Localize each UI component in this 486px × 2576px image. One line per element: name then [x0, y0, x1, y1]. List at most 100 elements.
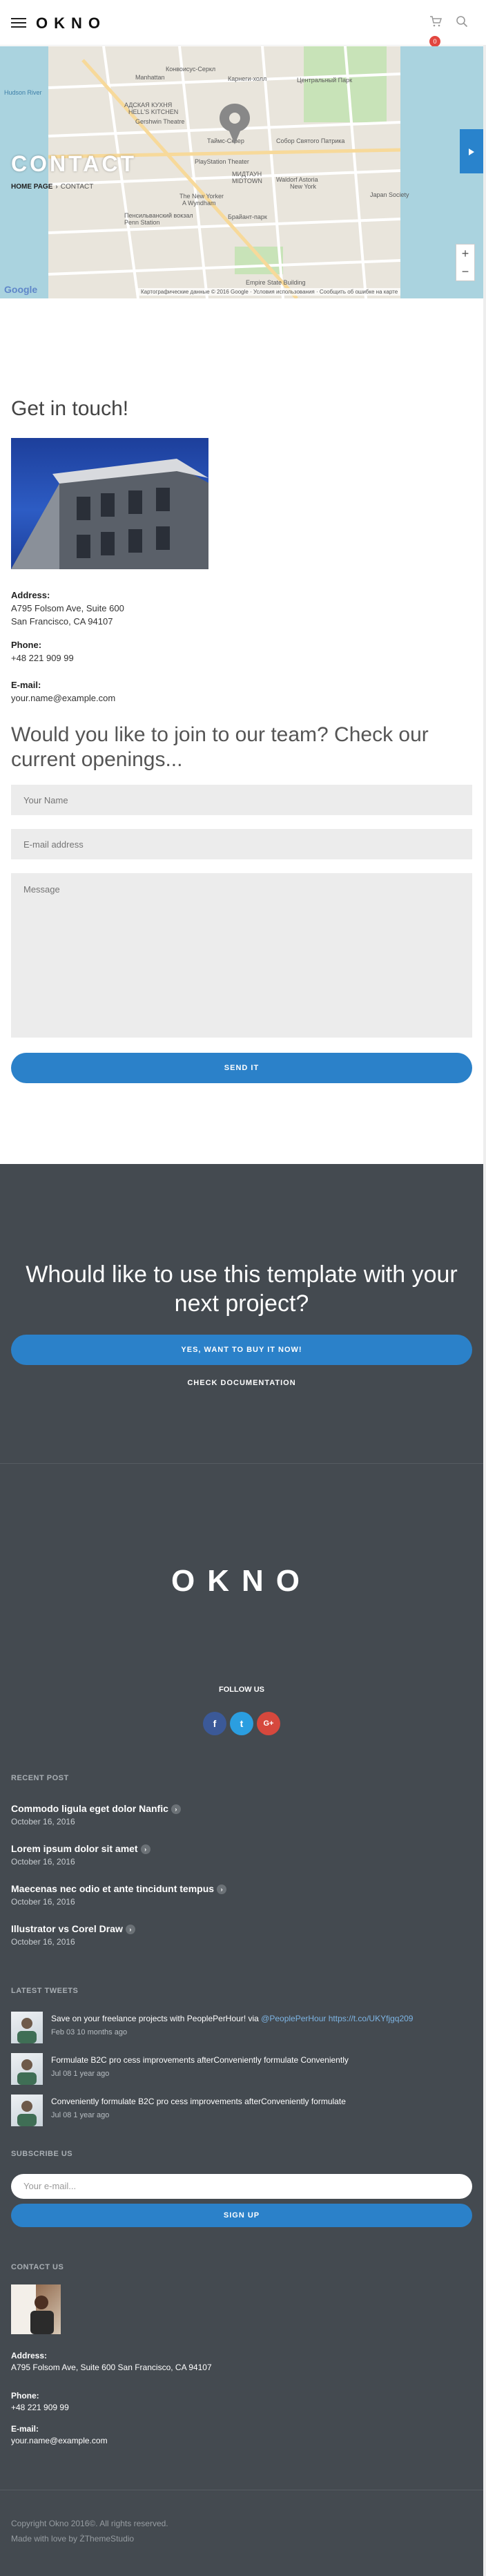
page-scrollbar[interactable] [483, 0, 486, 2576]
svg-text:The New Yorker: The New Yorker [179, 193, 224, 200]
list-item[interactable]: Maecenas nec odio et ante tincidunt temp… [11, 1883, 227, 1907]
map-zoom-control[interactable]: + − [456, 244, 475, 281]
address-line-2: San Francisco, CA 94107 [11, 616, 113, 627]
contact-us-heading: CONTACT US [11, 2263, 64, 2271]
subscribe-email-input[interactable]: Your e-mail... [11, 2174, 472, 2199]
svg-text:Empire State Building: Empire State Building [246, 279, 306, 286]
email-value[interactable]: your.name@example.com [11, 691, 115, 705]
svg-text:Hudson River: Hudson River [4, 89, 42, 96]
footer-phone-value: +48 221 909 99 [11, 2403, 69, 2412]
site-header: OKNO 0 [0, 0, 486, 47]
list-item[interactable]: Illustrator vs Corel Draw › October 16, 2… [11, 1923, 135, 1947]
arrow-right-icon[interactable]: › [140, 1844, 150, 1855]
location-map[interactable]: Manhattan Конвоисус-Серкл Карнеги-холл Ц… [0, 46, 483, 298]
promo-heading: Whould like to use this template with yo… [26, 1261, 458, 1317]
form-heading: Would you like to join to our team? Chec… [11, 723, 429, 771]
arrow-right-icon[interactable]: › [217, 1885, 227, 1895]
tweet-text: Conveniently formulate B2C pro cess impr… [51, 2097, 346, 2106]
documentation-link[interactable]: CHECK DOCUMENTATION [11, 1379, 472, 1387]
svg-text:Penn Station: Penn Station [124, 219, 160, 226]
follow-heading: FOLLOW US [219, 1686, 264, 1694]
contact-email: E-mail: your.name@example.com [11, 678, 115, 705]
message-textarea[interactable] [11, 873, 472, 1038]
footer-logo[interactable]: OKNO [11, 1564, 472, 1599]
tweet-link[interactable]: @PeoplePerHour https://t.co/UKYfjgq209 [261, 2014, 413, 2023]
breadcrumb: HOME PAGE › CONTACT [11, 183, 94, 191]
search-icon[interactable] [456, 15, 468, 28]
menu-icon[interactable] [11, 18, 26, 28]
phone-value: +48 221 909 99 [11, 653, 74, 663]
avatar [11, 2095, 43, 2126]
svg-text:Пенсильванский вокзал: Пенсильванский вокзал [124, 212, 193, 219]
site-logo[interactable]: OKNO [36, 15, 106, 32]
map-panel-toggle[interactable] [460, 129, 483, 173]
email-label: E-mail: [11, 680, 41, 690]
email-input[interactable] [11, 829, 472, 859]
post-title[interactable]: Lorem ipsum dolor sit amet [11, 1843, 138, 1854]
svg-text:Gershwin Theatre: Gershwin Theatre [135, 118, 184, 125]
post-date: October 16, 2016 [11, 1897, 75, 1907]
address-label: Address: [11, 590, 50, 600]
post-date: October 16, 2016 [11, 1857, 75, 1867]
tweet-item: Formulate B2C pro cess improvements afte… [11, 2053, 472, 2088]
office-photo [11, 438, 208, 569]
avatar [11, 2012, 43, 2043]
subscribe-heading: SUBSCRIBE US [11, 2150, 73, 2158]
send-button[interactable]: SEND IT [11, 1053, 472, 1083]
svg-text:Конвоисус-Серкл: Конвоисус-Серкл [166, 66, 215, 73]
section-divider [0, 1463, 483, 1464]
breadcrumb-home[interactable]: HOME PAGE [11, 183, 52, 191]
credits-text[interactable]: Made with love by ŻThemeStudio [11, 2534, 134, 2544]
address-line-1: A795 Folsom Ave, Suite 600 [11, 603, 124, 613]
footer-email-value[interactable]: your.name@example.com [11, 2435, 108, 2447]
recent-post-heading: RECENT POST [11, 1774, 69, 1782]
list-item[interactable]: Commodo ligula eget dolor Nanfic › Octobe… [11, 1803, 181, 1826]
map-footer[interactable]: Картографические данные © 2016 Google · … [138, 288, 401, 296]
zoom-in-button[interactable]: + [456, 245, 474, 263]
zoom-out-button[interactable]: − [456, 263, 474, 280]
post-title[interactable]: Maecenas nec odio et ante tincidunt temp… [11, 1883, 214, 1894]
contact-photo [11, 2284, 61, 2334]
google-plus-icon[interactable]: G+ [257, 1712, 280, 1735]
contact-address: Address: A795 Folsom Ave, Suite 600 San … [11, 589, 124, 628]
contact-phone: Phone: +48 221 909 99 [11, 638, 74, 665]
svg-text:Waldorf Astoria: Waldorf Astoria [276, 176, 318, 183]
latest-tweets-heading: LATEST TWEETS [11, 1987, 79, 1995]
tweet-item: Save on your freelance projects with Peo… [11, 2012, 472, 2046]
svg-text:MIDTOWN: MIDTOWN [232, 178, 262, 184]
footer-phone: Phone: +48 221 909 99 [11, 2390, 69, 2414]
post-title[interactable]: Commodo ligula eget dolor Nanfic [11, 1803, 168, 1814]
contact-heading: Get in touch! [11, 397, 129, 420]
tweet-time: Jul 08 1 year ago [51, 2111, 110, 2119]
copyright-text: Copyright Okno 2016©. All rights reserve… [11, 2519, 168, 2528]
svg-text:PlayStation Theater: PlayStation Theater [195, 158, 249, 165]
name-input[interactable] [11, 785, 472, 815]
svg-text:HELL'S KITCHEN: HELL'S KITCHEN [128, 108, 178, 115]
cart-icon[interactable] [429, 15, 442, 28]
tweet-item: Conveniently formulate B2C pro cess impr… [11, 2095, 472, 2129]
arrow-right-icon[interactable]: › [171, 1804, 181, 1815]
footer-address-label: Address: [11, 2351, 48, 2360]
page-title: CONTACT [11, 151, 137, 176]
footer-address-value: A795 Folsom Ave, Suite 600 San Francisco… [11, 2363, 212, 2372]
google-logo: Google [4, 284, 38, 295]
footer-phone-label: Phone: [11, 2391, 39, 2401]
avatar [11, 2053, 43, 2085]
phone-label: Phone: [11, 640, 42, 650]
svg-text:Таймс-Сквер: Таймс-Сквер [207, 137, 244, 144]
sign-up-button[interactable]: SIGN UP [11, 2204, 472, 2227]
footer-email: E-mail: your.name@example.com [11, 2423, 108, 2447]
footer-address: Address: A795 Folsom Ave, Suite 600 San … [11, 2350, 212, 2374]
twitter-icon[interactable]: t [230, 1712, 253, 1735]
post-title[interactable]: Illustrator vs Corel Draw [11, 1923, 123, 1934]
buy-button[interactable]: YES, WANT TO BUY IT NOW! [11, 1335, 472, 1365]
svg-text:Japan Society: Japan Society [370, 191, 409, 198]
list-item[interactable]: Lorem ipsum dolor sit amet › October 16, … [11, 1843, 150, 1867]
tweet-time: Feb 03 10 months ago [51, 2028, 128, 2036]
facebook-icon[interactable]: f [203, 1712, 226, 1735]
post-date: October 16, 2016 [11, 1817, 75, 1827]
arrow-right-icon[interactable]: › [125, 1925, 135, 1935]
svg-text:A Wyndham: A Wyndham [182, 200, 215, 207]
svg-text:New York: New York [290, 183, 317, 190]
svg-text:Собор Святого Патрика: Собор Святого Патрика [276, 137, 344, 144]
